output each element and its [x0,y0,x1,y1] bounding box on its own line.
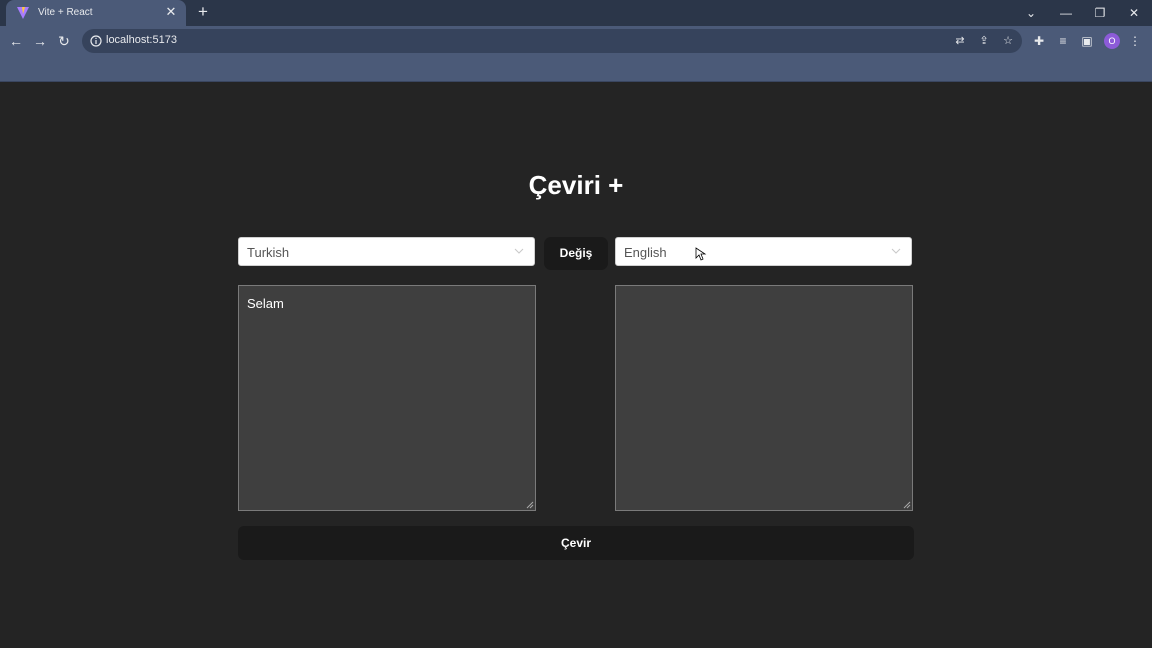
kebab-menu-icon[interactable]: ⋮ [1126,32,1144,50]
close-icon[interactable]: ✕ [1125,4,1143,22]
page-content: Çeviri + Turkish Değiş English Selam Çev… [0,82,1152,648]
vite-logo-icon [17,7,29,19]
restore-icon[interactable]: ❐ [1091,4,1109,22]
translate-button[interactable]: Çevir [238,526,914,560]
source-text-area[interactable]: Selam [238,285,536,511]
close-icon[interactable]: ✕ [164,5,178,19]
info-icon[interactable] [90,35,102,47]
reload-icon[interactable]: ↻ [55,32,73,50]
side-panel-icon[interactable]: ▣ [1078,32,1096,50]
bookmark-bar [0,56,1152,82]
target-text-area[interactable] [615,285,913,511]
page-title: Çeviri + [528,170,624,200]
address-bar[interactable]: localhost:5173 ⇄ ⇪ ☆ [82,29,1022,53]
target-language-value: English [624,245,667,260]
playlist-icon[interactable]: ≡ [1054,32,1072,50]
chevron-down-icon [514,248,524,254]
back-arrow-icon[interactable]: ← [7,32,25,50]
chevron-down-icon [891,248,901,254]
plus-icon[interactable]: + [194,3,212,21]
browser-toolbar: ← → ↻ localhost:5173 ⇄ ⇪ ☆ ✚ ≡ ▣ O ⋮ [0,26,1152,56]
mouse-cursor-icon [695,247,707,261]
browser-tab[interactable]: Vite + React ✕ [6,0,186,26]
translate-icon[interactable]: ⇄ [952,33,968,49]
share-icon[interactable]: ⇪ [976,33,992,49]
tab-title: Vite + React [38,7,93,18]
browser-tab-bar: Vite + React ✕ + ⌄ — ❐ ✕ [0,0,1152,26]
puzzle-icon[interactable]: ✚ [1030,32,1048,50]
chevron-down-icon[interactable]: ⌄ [1022,4,1040,22]
forward-arrow-icon[interactable]: → [31,32,49,50]
star-icon[interactable]: ☆ [1000,33,1016,49]
url-text: localhost:5173 [106,34,177,46]
swap-languages-button[interactable]: Değiş [544,237,608,270]
source-text: Selam [247,296,284,311]
source-language-select[interactable]: Turkish [238,237,535,266]
target-language-select[interactable]: English [615,237,912,266]
minimize-icon[interactable]: — [1057,4,1075,22]
resize-grip-icon[interactable] [903,501,911,509]
source-language-value: Turkish [247,245,290,260]
profile-avatar[interactable]: O [1104,33,1120,49]
resize-grip-icon[interactable] [526,501,534,509]
